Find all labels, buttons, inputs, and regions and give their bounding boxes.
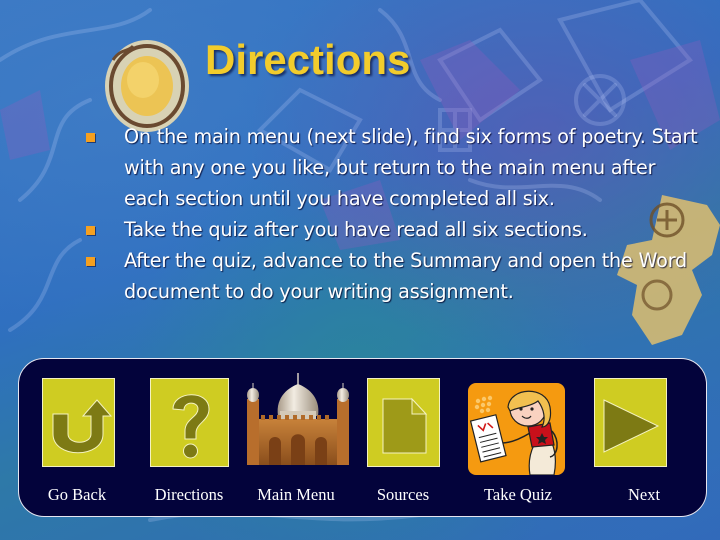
bullet-text: After the quiz, advance to the Summary a… [124,249,688,303]
bullet-text: Take the quiz after you have read all si… [124,218,588,241]
sources-tile[interactable] [367,378,440,467]
sources-label: Sources [376,485,430,504]
directions-tile[interactable] [150,378,229,467]
bullet-square-icon [86,226,95,235]
next-label: Next [627,485,661,504]
directions-button[interactable]: Directions [139,359,239,518]
bullet-square-icon [86,257,95,266]
take-quiz-button[interactable]: Take Quiz [465,359,575,518]
next-tile[interactable] [594,378,667,467]
main-menu-label: Main Menu [257,485,335,504]
sources-button[interactable]: Sources [359,359,459,518]
main-menu-button[interactable]: Main Menu [245,359,351,518]
slide-title: Directions [205,36,411,83]
document-icon [382,397,428,454]
list-item: Take the quiz after you have read all si… [86,214,706,245]
list-item: After the quiz, advance to the Summary a… [86,245,706,307]
navigation-bar: Go Back Directions Main Menu Sources Tak… [18,358,707,517]
play-triangle-icon [603,399,660,453]
directions-list: On the main menu (next slide), find six … [86,121,706,307]
go-back-label: Go Back [47,485,107,504]
list-item: On the main menu (next slide), find six … [86,121,706,214]
u-turn-arrow-icon [52,399,113,454]
bullet-square-icon [86,133,95,142]
go-back-tile[interactable] [42,378,115,467]
student-with-test-icon[interactable] [468,383,565,475]
next-button[interactable]: Next [585,359,695,518]
take-quiz-label: Take Quiz [483,485,553,504]
mosque-icon[interactable] [245,371,351,467]
sun-emblem-icon [105,40,189,132]
bullet-text: On the main menu (next slide), find six … [124,125,698,210]
go-back-button[interactable]: Go Back [33,359,133,518]
question-mark-icon [172,394,210,459]
directions-label: Directions [154,485,224,504]
